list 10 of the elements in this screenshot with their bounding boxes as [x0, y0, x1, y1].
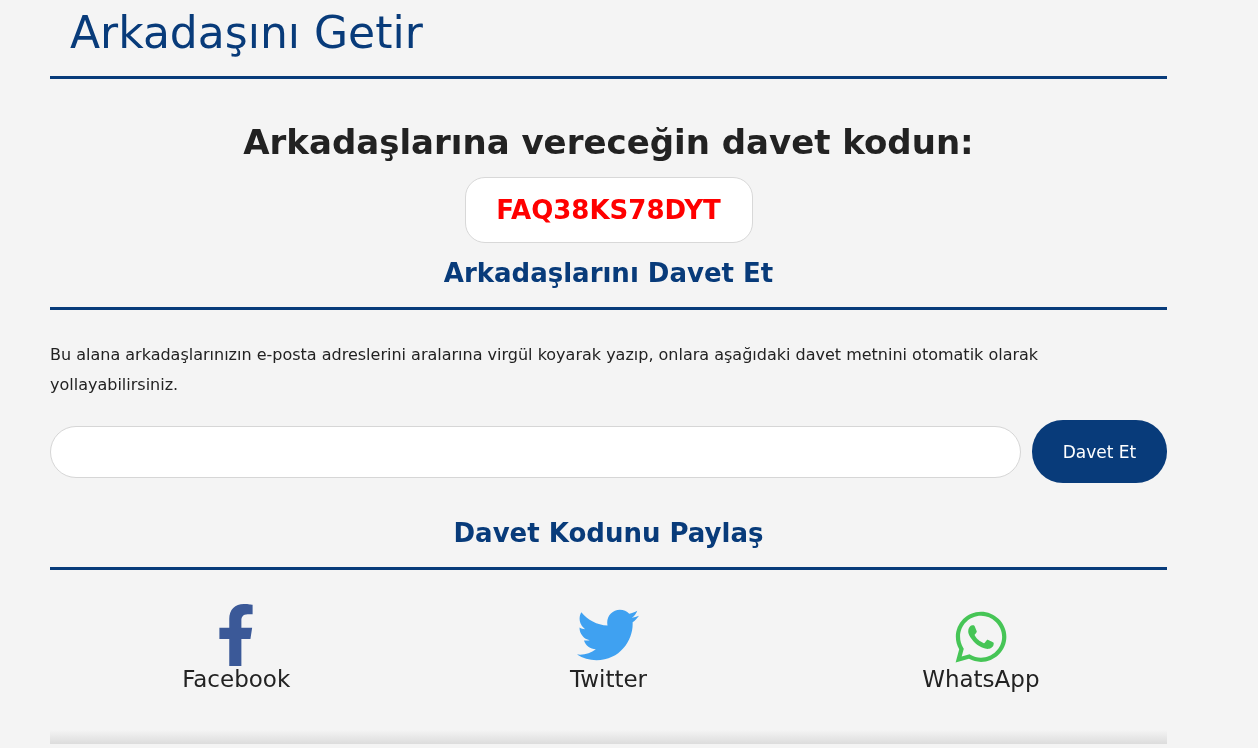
- code-heading: Arkadaşlarına vereceğin davet kodun:: [242, 121, 975, 164]
- invite-description: Bu alana arkadaşlarınızın e-posta adreslerini aralarına virgül koyarak yazıp, onlara aşağıdaki davet metnini otomatik olarak yollayabilirsiniz.: [50, 344, 1040, 396]
- page-title: Arkadaşını Getir: [70, 6, 424, 60]
- share-link[interactable]: Facebook: [182, 600, 291, 692]
- invite-heading: Arkadaşlarını Davet Et: [442, 257, 775, 290]
- share-link[interactable]: WhatsApp: [922, 600, 1040, 692]
- invite-button[interactable]: Davet Et: [1032, 420, 1167, 483]
- share-heading: Davet Kodunu Paylaş: [452, 517, 765, 550]
- invite-code: FAQ38KS78DYT: [464, 177, 753, 243]
- share-link[interactable]: Twitter: [569, 600, 648, 692]
